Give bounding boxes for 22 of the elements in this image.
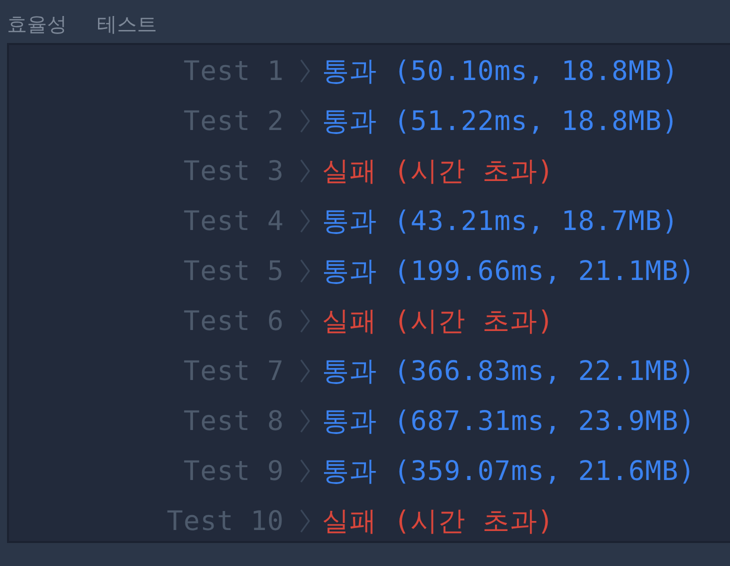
chevron-icon <box>300 359 310 383</box>
chevron-icon <box>300 509 310 533</box>
test-result: 실패 (시간 초과) <box>322 305 554 339</box>
column-heading: 테스트 <box>97 11 157 38</box>
chevron-icon <box>300 59 310 83</box>
test-result: 통과 (366.83ms, 22.1MB) <box>322 355 696 389</box>
chevron-icon <box>300 259 310 283</box>
test-result: 통과 (43.21ms, 18.7MB) <box>322 205 679 239</box>
test-result: 통과 (687.31ms, 23.9MB) <box>322 405 696 439</box>
chevron-icon <box>300 459 310 483</box>
chevron-icon <box>300 109 310 133</box>
chevron-icon <box>300 309 310 333</box>
test-result: 통과 (51.22ms, 18.8MB) <box>322 105 679 139</box>
test-result: 통과 (50.10ms, 18.8MB) <box>322 55 679 89</box>
chevron-icon <box>300 159 310 183</box>
test-result: 통과 (359.07ms, 21.6MB) <box>322 455 696 489</box>
chevron-icon <box>300 209 310 233</box>
column-heading: 효율성 <box>7 11 67 38</box>
test-result: 통과 (199.66ms, 21.1MB) <box>322 255 696 289</box>
test-result: 실패 (시간 초과) <box>322 155 554 189</box>
chevron-icon <box>300 409 310 433</box>
test-result: 실패 (시간 초과) <box>322 505 554 539</box>
